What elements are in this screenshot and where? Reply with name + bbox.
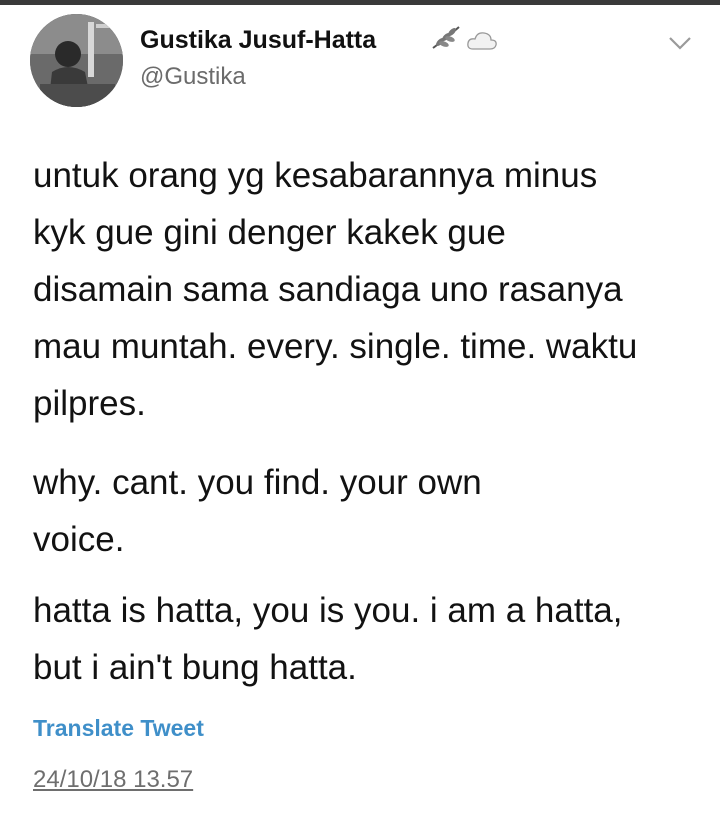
translate-tweet-link[interactable]: Translate Tweet — [33, 715, 204, 742]
avatar[interactable] — [30, 14, 123, 107]
tweet-timestamp[interactable]: 24/10/18 13.57 — [33, 766, 193, 794]
tweet-line: hatta is hatta, you is you. i am a hatta… — [33, 591, 623, 630]
redaction-patch — [384, 652, 504, 698]
tweet-line: but i ain't bung hatta. — [33, 648, 357, 687]
tweet-paragraph-2: why. cant. you find. your own voice. — [33, 454, 482, 568]
tweet-line: voice. — [33, 520, 125, 559]
tweet-line: mau muntah. every. single. time. waktu — [33, 327, 638, 366]
tweet-paragraph-1: untuk orang yg kesabarannya minus kyk gu… — [33, 147, 637, 432]
leaf-icon — [430, 24, 462, 57]
tweet-line: untuk orang yg kesabarannya minus — [33, 156, 598, 195]
cloud-icon — [466, 30, 498, 57]
tweet-line: pilpres. — [33, 384, 146, 423]
tweet-card: Gustika Jusuf-Hatta @Gustika untuk orang… — [0, 0, 720, 813]
redaction-patch — [520, 462, 650, 508]
chevron-down-icon[interactable] — [667, 34, 693, 57]
tweet-line: kyk gue gini denger kakek gue — [33, 213, 506, 252]
tweet-paragraph-3: hatta is hatta, you is you. i am a hatta… — [33, 582, 623, 696]
tweet-line: disamain sama sandiaga uno rasanya — [33, 270, 623, 309]
display-name[interactable]: Gustika Jusuf-Hatta — [140, 26, 376, 55]
author-handle[interactable]: @Gustika — [140, 63, 246, 91]
tweet-line: why. cant. you find. your own — [33, 463, 482, 502]
